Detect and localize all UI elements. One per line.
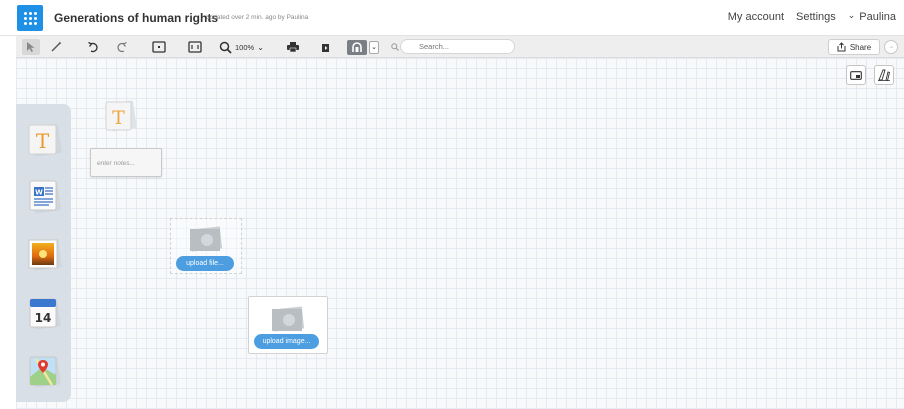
toolbar: 100% ⌄ ⌄ Share ···: [16, 36, 904, 58]
pointer-tool-button[interactable]: [22, 39, 40, 55]
brush-pen-icon: [878, 69, 891, 82]
share-icon: [837, 42, 846, 52]
magnifier-icon: [219, 41, 232, 54]
dock-text-button[interactable]: T: [24, 120, 64, 160]
dock-document-button[interactable]: W: [24, 176, 64, 216]
theme-chevron-icon: ⌄: [369, 40, 379, 54]
pen-icon: [51, 41, 62, 52]
calendar-icon: 14: [29, 298, 61, 330]
pen-tool-button[interactable]: [48, 39, 64, 55]
dock-image-button[interactable]: [24, 234, 64, 274]
chevron-down-icon: ⌄: [257, 42, 264, 52]
zoom-level: 100%: [235, 42, 255, 52]
user-menu[interactable]: Paulina: [848, 11, 896, 23]
svg-text:T: T: [112, 107, 125, 129]
print-button[interactable]: [284, 39, 302, 55]
word-document-icon: W: [29, 180, 61, 214]
cursor-icon: [27, 42, 35, 52]
dock-map-button[interactable]: [24, 351, 64, 391]
updated-status: updated over 2 min. ago by Paulina: [206, 14, 309, 21]
document-title[interactable]: Generations of human rights: [54, 11, 218, 25]
minimap-icon: [850, 70, 862, 80]
share-label: Share: [849, 42, 872, 52]
zoom-control[interactable]: 100% ⌄: [219, 39, 273, 55]
account-nav: My account Settings Paulina: [728, 11, 896, 23]
undo-icon: [88, 41, 98, 53]
image-placeholder-icon: [271, 306, 305, 332]
fit-screen-button[interactable]: [186, 39, 204, 55]
header-bar: Generations of human rights updated over…: [0, 0, 904, 36]
theme-thumbnail-icon: [347, 39, 367, 55]
svg-text:T: T: [36, 129, 50, 153]
file-placeholder-icon: [189, 226, 223, 252]
svg-text:W: W: [35, 189, 43, 197]
board-canvas[interactable]: [16, 58, 904, 409]
export-button[interactable]: [316, 39, 334, 55]
undo-button[interactable]: [85, 39, 101, 55]
map-icon: [29, 356, 61, 388]
upload-image-button[interactable]: upload image...: [254, 334, 319, 349]
fit-screen-icon: [188, 41, 202, 53]
my-account-link[interactable]: My account: [728, 11, 784, 23]
theme-picker[interactable]: ⌄: [345, 39, 381, 55]
upload-file-button[interactable]: upload file...: [176, 256, 234, 271]
export-icon: [321, 43, 329, 52]
frame-button[interactable]: [150, 39, 168, 55]
text-note-icon[interactable]: T: [100, 97, 140, 137]
redo-icon: [117, 41, 127, 53]
app-menu-icon[interactable]: [17, 5, 43, 31]
search-icon: [391, 43, 399, 51]
more-options-button[interactable]: ···: [884, 40, 898, 54]
printer-icon: [287, 42, 299, 53]
minimap-button[interactable]: [846, 65, 866, 85]
dock-calendar-button[interactable]: 14: [24, 293, 64, 333]
image-icon: [28, 239, 62, 271]
insert-dock: T W 14: [16, 104, 71, 402]
note-card[interactable]: enter notes...: [90, 148, 162, 177]
style-button[interactable]: [874, 65, 894, 85]
frame-icon: [152, 41, 166, 53]
ellipsis-icon: ···: [889, 43, 894, 51]
redo-button[interactable]: [114, 39, 130, 55]
share-button[interactable]: Share: [828, 39, 880, 55]
svg-text:14: 14: [35, 311, 52, 325]
settings-link[interactable]: Settings: [796, 11, 836, 23]
text-note-icon: T: [28, 124, 62, 157]
search-input[interactable]: [400, 39, 515, 54]
